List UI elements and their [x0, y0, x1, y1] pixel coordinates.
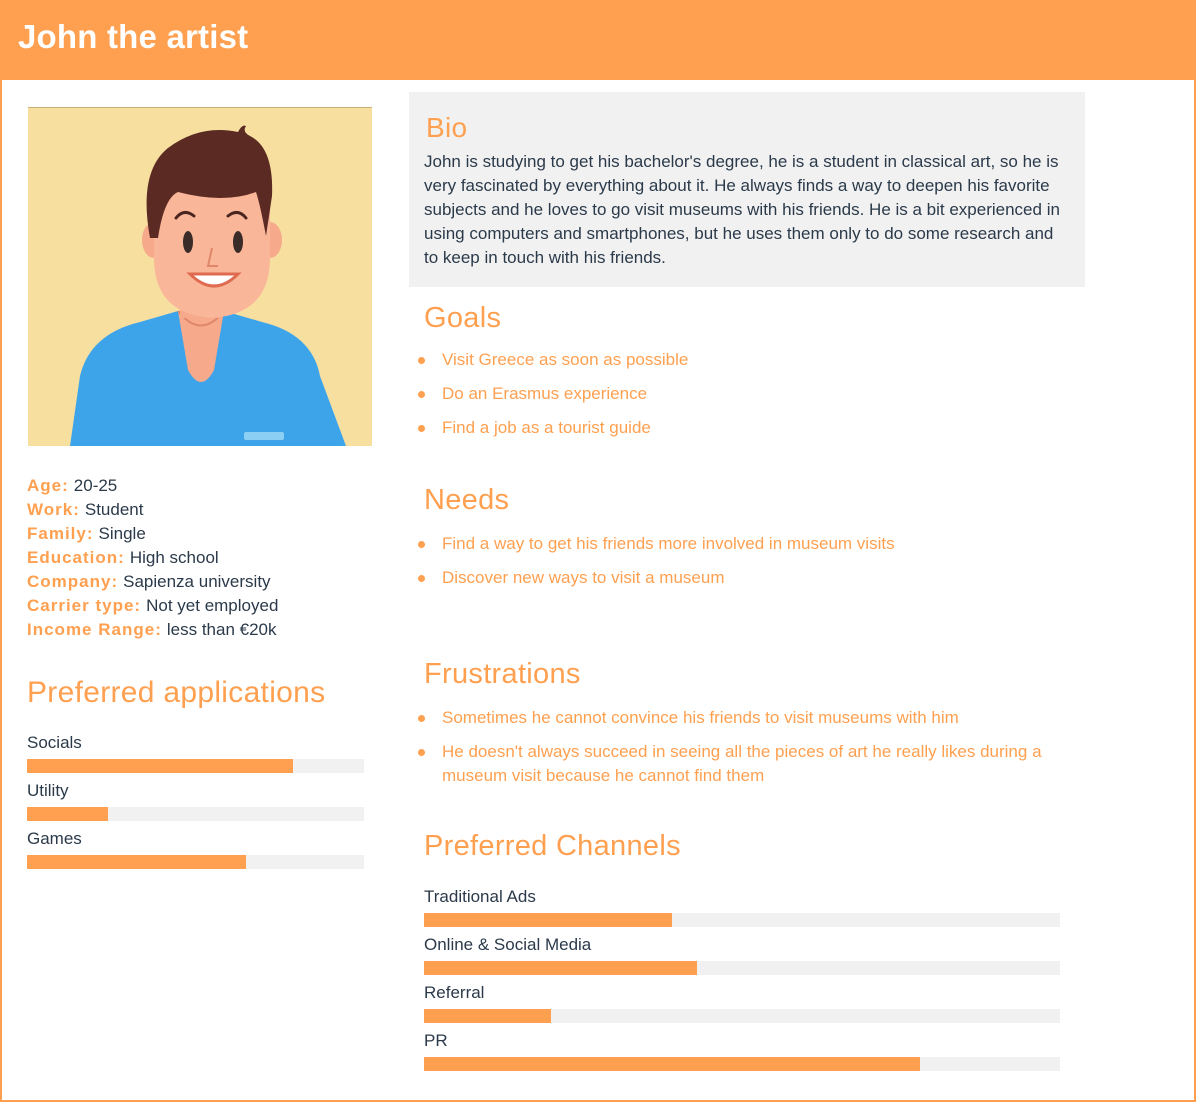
bar-track [27, 855, 364, 869]
fact-education: Education: High school [27, 546, 278, 570]
fact-label: Work: [27, 500, 80, 519]
bar-track [424, 961, 1060, 975]
fact-label: Carrier type: [27, 596, 142, 615]
bio-text: John is studying to get his bachelor's d… [424, 152, 1060, 267]
fact-income-range: Income Range: less than €20k [27, 618, 278, 642]
fact-value: Student [84, 500, 144, 519]
fact-label: Income Range: [27, 620, 162, 639]
bar-fill [424, 961, 698, 975]
bar-fill [424, 1009, 552, 1023]
list-item-text: Do an Erasmus experience [442, 384, 648, 403]
bar-track [424, 913, 1060, 927]
fact-value: Not yet employed [146, 596, 279, 615]
bio-panel: Bio John is studying to get his bachelor… [409, 92, 1085, 287]
bar-fill [27, 807, 108, 821]
needs-title: Needs [424, 484, 510, 516]
list-item: Find a job as a tourist guide [418, 416, 1064, 440]
bar-track [27, 807, 364, 821]
list-item: Find a way to get his friends more invol… [418, 532, 1064, 556]
bar-label: Games [27, 829, 82, 848]
bar-track [27, 759, 364, 773]
fact-value: Sapienza university [123, 572, 271, 591]
list-item: Sometimes he cannot convince his friends… [418, 706, 1074, 730]
fact-value: 20-25 [73, 476, 118, 495]
bar-label: Referral [424, 983, 485, 1002]
list-item-text: Find a job as a tourist guide [442, 418, 651, 437]
preferred-channels-title: Preferred Channels [424, 830, 681, 862]
bullet-icon [418, 541, 425, 548]
bullet-icon [418, 715, 425, 722]
bar-label: PR [424, 1031, 448, 1050]
bio-title: Bio [426, 112, 468, 143]
bar-fill [424, 1057, 921, 1071]
header-bar: John the artist [0, 0, 1196, 80]
bar-label: Socials [27, 733, 82, 752]
fact-label: Education: [27, 548, 125, 567]
frustrations-list: Sometimes he cannot convince his friends… [418, 706, 1074, 798]
bullet-icon [418, 575, 425, 582]
bullet-icon [418, 749, 425, 756]
app-bar-socials: Socials [27, 733, 364, 781]
preferred-applications-bars: Socials Utility Games [27, 733, 364, 877]
list-item-text: He doesn't always succeed in seeing all … [442, 742, 1042, 785]
frustrations-title: Frustrations [424, 658, 581, 690]
fact-label: Family: [27, 524, 94, 543]
fact-label: Age: [27, 476, 69, 495]
bar-track [424, 1057, 1060, 1071]
bar-label: Online & Social Media [424, 935, 592, 954]
channel-bar-traditional-ads: Traditional Ads [424, 887, 1060, 935]
fact-age: Age: 20-25 [27, 474, 278, 498]
list-item-text: Sometimes he cannot convince his friends… [442, 708, 959, 727]
fact-company: Company: Sapienza university [27, 570, 278, 594]
list-item: Discover new ways to visit a museum [418, 566, 1064, 590]
list-item: He doesn't always succeed in seeing all … [418, 740, 1074, 788]
goals-title: Goals [424, 302, 502, 334]
app-bar-utility: Utility [27, 781, 364, 829]
bullet-icon [418, 425, 425, 432]
list-item-text: Find a way to get his friends more invol… [442, 534, 895, 553]
goals-list: Visit Greece as soon as possible Do an E… [418, 348, 1064, 450]
fact-family: Family: Single [27, 522, 278, 546]
bar-fill [27, 759, 294, 773]
preferred-applications-title: Preferred applications [27, 676, 326, 709]
fact-label: Company: [27, 572, 119, 591]
fact-work: Work: Student [27, 498, 278, 522]
fact-carrier-type: Carrier type: Not yet employed [27, 594, 278, 618]
bar-label: Traditional Ads [424, 887, 536, 906]
avatar [28, 107, 372, 446]
bullet-icon [418, 391, 425, 398]
fact-value: less than €20k [166, 620, 277, 639]
preferred-channels-bars: Traditional Ads Online & Social Media Re… [424, 887, 1060, 1079]
app-bar-games: Games [27, 829, 364, 877]
channel-bar-pr: PR [424, 1031, 1060, 1079]
bar-track [424, 1009, 1060, 1023]
persona-facts: Age: 20-25 Work: Student Family: Single Edu… [27, 474, 278, 642]
bullet-icon [418, 357, 425, 364]
bar-label: Utility [27, 781, 69, 800]
fact-value: High school [129, 548, 219, 567]
list-item: Do an Erasmus experience [418, 382, 1064, 406]
channel-bar-online-social-media: Online & Social Media [424, 935, 1060, 983]
fact-value: Single [98, 524, 146, 543]
persona-name: John the artist [18, 18, 249, 55]
list-item-text: Visit Greece as soon as possible [442, 350, 689, 369]
bar-fill [424, 913, 673, 927]
channel-bar-referral: Referral [424, 983, 1060, 1031]
list-item-text: Discover new ways to visit a museum [442, 568, 725, 587]
avatar-illustration [70, 125, 346, 446]
needs-list: Find a way to get his friends more invol… [418, 532, 1064, 600]
list-item: Visit Greece as soon as possible [418, 348, 1064, 372]
bar-fill [27, 855, 247, 869]
